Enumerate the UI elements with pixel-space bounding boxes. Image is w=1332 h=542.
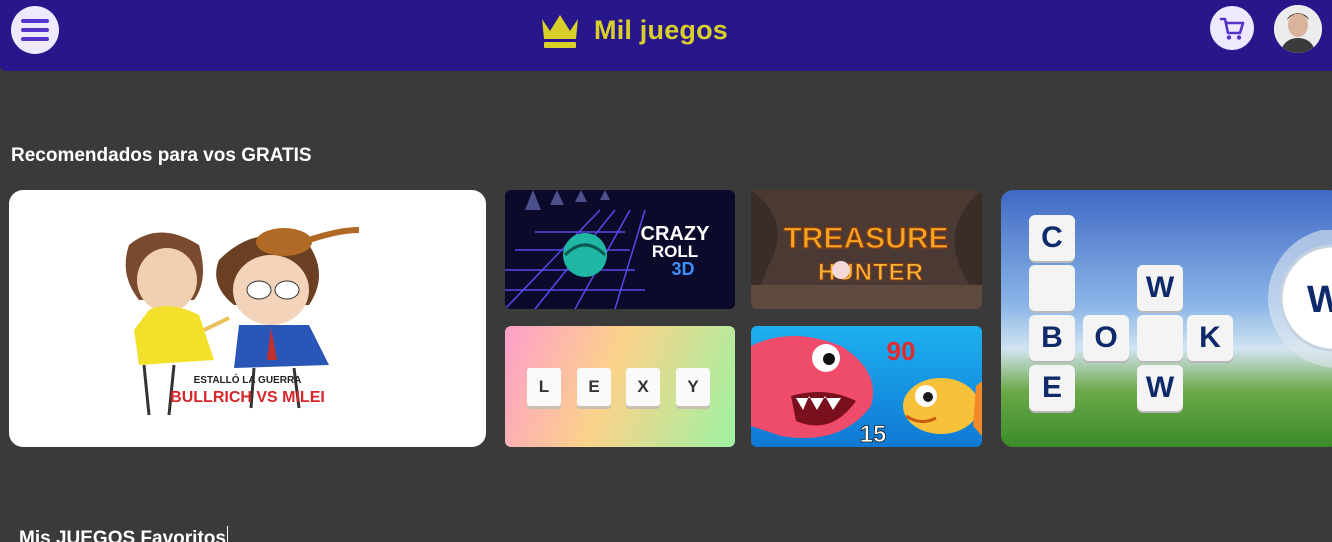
crazy-roll-title-3: 3D [671,259,694,279]
game-card-word-cross[interactable]: C W B O K E W W [1001,190,1332,447]
text-caret [226,526,228,542]
game-card-crazy-roll-3d[interactable]: CRAZY ROLL 3D [505,190,735,309]
featured-caption-top: ESTALLÓ LA GUERRA [193,375,302,386]
lexy-tile: X [626,368,660,406]
game-card-featured[interactable]: ESTALLÓ LA GUERRA BULLRICH VS MILEI [9,190,486,447]
menu-icon-bar [21,37,49,41]
brand-title: Mil juegos [594,14,729,45]
shark-score-top: 90 [887,336,916,366]
crown-icon [542,15,578,48]
word-tile [1137,315,1183,361]
game-card-lexy[interactable]: L E X Y [505,326,735,447]
lexy-tile: E [577,368,611,406]
treasure-title-1: TREASURE [783,222,948,255]
treasure-hunter-art: TREASURE HUNTER [751,190,982,309]
word-tile: W [1137,265,1183,311]
menu-icon [21,19,49,23]
featured-caption-main: BULLRICH VS MILEI [170,389,325,406]
menu-icon-bar [21,28,49,32]
section-title-favorites-text: Mis JUEGOS Favoritos [19,528,226,542]
shark-game-art: 90 15 [751,336,982,447]
game-card-shark[interactable]: 90 15 [751,326,982,447]
word-tile: C [1029,215,1075,261]
word-tile: O [1083,315,1129,361]
section-title-recommended: Recomendados para vos GRATIS [11,145,312,166]
shark-score-bottom: 15 [860,421,887,447]
word-tile: W [1137,365,1183,411]
user-avatar[interactable] [1274,5,1322,53]
lexy-tile: Y [676,368,710,406]
lexy-tile: L [527,368,561,406]
word-tile: B [1029,315,1075,361]
cart-button[interactable] [1210,6,1254,50]
game-card-treasure-hunter[interactable]: TREASURE HUNTER [751,190,982,309]
avatar-image [1274,5,1322,53]
caricature-image [125,227,360,416]
menu-button[interactable] [11,6,59,54]
brand-logo[interactable]: Mil juegos [540,8,728,52]
word-tile: E [1029,365,1075,411]
word-bubble-letter: W [1307,279,1332,321]
top-bar: Mil juegos [0,0,1332,71]
word-tile: K [1187,315,1233,361]
crazy-roll-art: CRAZY ROLL 3D [505,190,735,309]
word-bubble: W [1268,230,1332,368]
section-title-favorites: Mis JUEGOS Favoritos [19,526,228,542]
word-tile [1029,265,1075,311]
cart-icon [1219,17,1245,40]
